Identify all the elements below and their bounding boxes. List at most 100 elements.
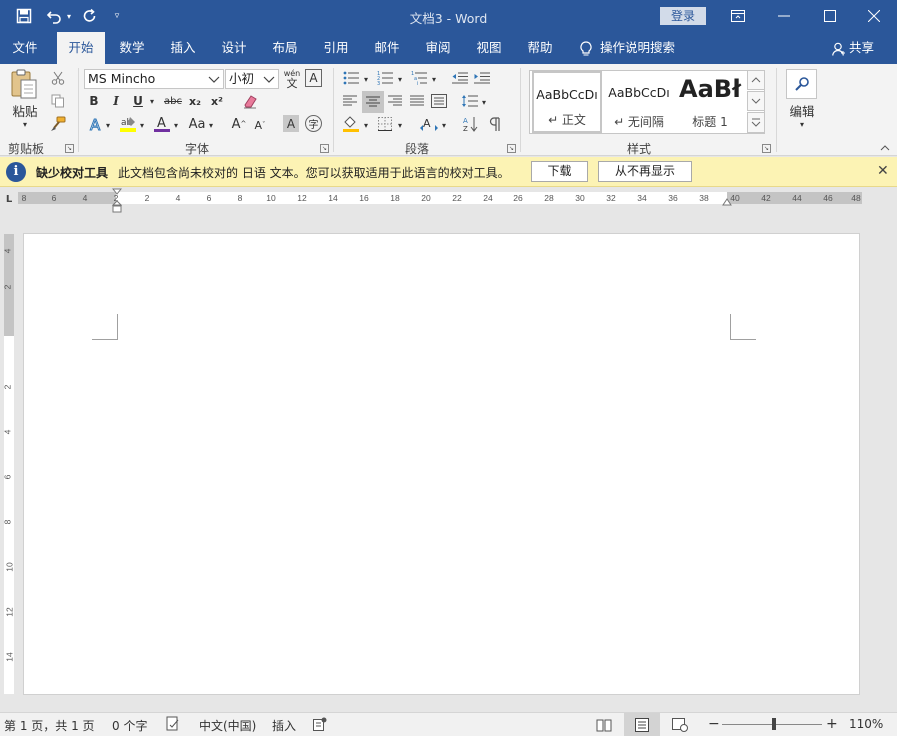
download-button[interactable]: 下载 xyxy=(531,161,588,182)
grow-font-button[interactable]: A ^ xyxy=(230,114,248,134)
tab-design[interactable]: 设计 xyxy=(212,32,256,64)
underline-dropdown-icon[interactable]: ▾ xyxy=(147,92,157,110)
proofing-icon[interactable] xyxy=(166,716,180,732)
decrease-indent-icon[interactable] xyxy=(450,68,470,88)
tab-layout[interactable]: 布局 xyxy=(263,32,307,64)
increase-indent-icon[interactable] xyxy=(472,68,492,88)
read-mode-icon[interactable] xyxy=(586,713,622,736)
justify-icon[interactable] xyxy=(407,91,427,111)
word-count[interactable]: 0 个字 xyxy=(112,717,147,734)
font-color-dropdown-icon[interactable]: ▾ xyxy=(172,116,180,134)
dont-show-again-button[interactable]: 从不再显示 xyxy=(598,161,692,182)
styles-more-icon[interactable] xyxy=(747,112,765,133)
paste-button[interactable]: 粘贴 xyxy=(8,102,42,119)
align-right-icon[interactable] xyxy=(385,91,405,111)
shading-icon[interactable] xyxy=(340,114,362,134)
search-icon[interactable] xyxy=(786,69,817,99)
zoom-out-icon[interactable]: − xyxy=(708,716,720,732)
styles-scroll-down-icon[interactable] xyxy=(747,91,765,111)
print-layout-icon[interactable] xyxy=(624,713,660,736)
paste-dropdown-icon[interactable]: ▾ xyxy=(18,118,32,130)
share-button[interactable]: 共享 xyxy=(832,32,874,64)
borders-dropdown-icon[interactable]: ▾ xyxy=(396,116,404,134)
tab-help[interactable]: 帮助 xyxy=(518,32,562,64)
editing-button[interactable]: 编辑 xyxy=(782,102,822,119)
numbering-icon[interactable]: 123 xyxy=(374,68,396,88)
change-case-button[interactable]: Aa xyxy=(186,114,208,134)
text-effects-dropdown-icon[interactable]: ▾ xyxy=(104,116,112,134)
chinese-layout-icon[interactable]: A xyxy=(418,114,440,134)
tab-home[interactable]: 开始 xyxy=(57,32,105,64)
character-shading-button[interactable]: A xyxy=(283,115,299,132)
tell-me-search[interactable]: 操作说明搜索 xyxy=(580,32,675,64)
horizontal-ruler[interactable]: 8 6 4 2 2 4 6 8 10 12 14 16 18 20 22 24 … xyxy=(18,192,862,204)
highlight-dropdown-icon[interactable]: ▾ xyxy=(138,116,146,134)
styles-scroll-up-icon[interactable] xyxy=(747,70,765,90)
format-painter-icon[interactable] xyxy=(48,114,68,134)
first-line-indent-marker[interactable] xyxy=(112,188,122,214)
font-name-combo[interactable]: MS Mincho xyxy=(84,69,224,89)
subscript-button[interactable]: x₂ xyxy=(186,92,204,110)
line-spacing-icon[interactable] xyxy=(460,91,480,111)
chevron-down-icon[interactable] xyxy=(262,70,276,88)
zoom-level[interactable]: 110% xyxy=(849,717,883,731)
phonetic-guide-button[interactable]: wén 文 xyxy=(281,67,303,91)
minimize-icon[interactable] xyxy=(761,0,807,32)
page-count[interactable]: 第 1 页，共 1 页 xyxy=(4,717,95,734)
chinese-layout-dropdown-icon[interactable]: ▾ xyxy=(440,116,448,134)
cut-icon[interactable] xyxy=(48,68,68,88)
tab-math[interactable]: 数学 xyxy=(110,32,154,64)
paragraph-launcher-icon[interactable]: ↘ xyxy=(507,144,516,153)
numbering-dropdown-icon[interactable]: ▾ xyxy=(396,70,404,88)
tab-selector[interactable]: L xyxy=(2,193,16,206)
style-normal[interactable]: AaBbCcDı ↵ 正文 xyxy=(532,71,602,133)
show-formatting-marks-icon[interactable] xyxy=(484,114,506,134)
italic-button[interactable]: I xyxy=(108,92,124,110)
close-icon[interactable] xyxy=(851,0,897,32)
zoom-slider-thumb[interactable] xyxy=(772,718,776,730)
align-center-icon[interactable] xyxy=(362,91,384,113)
shrink-font-button[interactable]: Aˇ xyxy=(252,116,268,134)
font-color-icon[interactable]: A xyxy=(152,114,172,134)
editing-dropdown-icon[interactable]: ▾ xyxy=(796,118,808,130)
underline-button[interactable]: U xyxy=(130,92,146,110)
multilevel-dropdown-icon[interactable]: ▾ xyxy=(430,70,438,88)
style-no-spacing[interactable]: AaBbCcDı ↵ 无间隔 xyxy=(604,71,674,133)
font-launcher-icon[interactable]: ↘ xyxy=(320,144,329,153)
insert-mode[interactable]: 插入 xyxy=(272,717,296,734)
collapse-ribbon-icon[interactable] xyxy=(878,142,892,154)
superscript-button[interactable]: x² xyxy=(208,92,226,110)
paste-icon[interactable] xyxy=(8,68,40,100)
macro-record-icon[interactable] xyxy=(313,717,327,731)
style-heading-1[interactable]: AaBł 标题 1 xyxy=(676,71,744,133)
web-layout-icon[interactable] xyxy=(662,713,698,736)
maximize-icon[interactable] xyxy=(807,0,853,32)
chevron-down-icon[interactable] xyxy=(207,70,221,88)
clipboard-launcher-icon[interactable]: ↘ xyxy=(65,144,74,153)
tab-insert[interactable]: 插入 xyxy=(161,32,205,64)
copy-icon[interactable] xyxy=(48,91,68,111)
enclose-characters-button[interactable]: 字 xyxy=(305,115,322,132)
align-left-icon[interactable] xyxy=(340,91,360,111)
change-case-dropdown-icon[interactable]: ▾ xyxy=(207,116,215,134)
borders-icon[interactable] xyxy=(374,114,396,134)
vertical-ruler[interactable]: 4 2 2 4 6 8 10 12 14 xyxy=(2,234,15,694)
close-message-icon[interactable]: ✕ xyxy=(877,163,889,179)
font-size-combo[interactable]: 小初 xyxy=(225,69,279,89)
highlight-icon[interactable]: ab xyxy=(118,114,138,134)
tab-mailings[interactable]: 邮件 xyxy=(365,32,409,64)
ribbon-display-options-icon[interactable] xyxy=(715,0,761,32)
bullets-dropdown-icon[interactable]: ▾ xyxy=(362,70,370,88)
tab-view[interactable]: 视图 xyxy=(467,32,511,64)
right-indent-marker[interactable] xyxy=(722,198,732,206)
shading-dropdown-icon[interactable]: ▾ xyxy=(362,116,370,134)
document-page[interactable] xyxy=(23,233,860,695)
login-button[interactable]: 登录 xyxy=(660,7,706,25)
tab-references[interactable]: 引用 xyxy=(314,32,358,64)
bold-button[interactable]: B xyxy=(86,92,102,110)
sort-icon[interactable]: AZ xyxy=(460,114,482,134)
strikethrough-button[interactable]: abc xyxy=(162,92,184,110)
styles-launcher-icon[interactable]: ↘ xyxy=(762,144,771,153)
line-spacing-dropdown-icon[interactable]: ▾ xyxy=(480,93,488,111)
distributed-icon[interactable] xyxy=(429,91,449,111)
